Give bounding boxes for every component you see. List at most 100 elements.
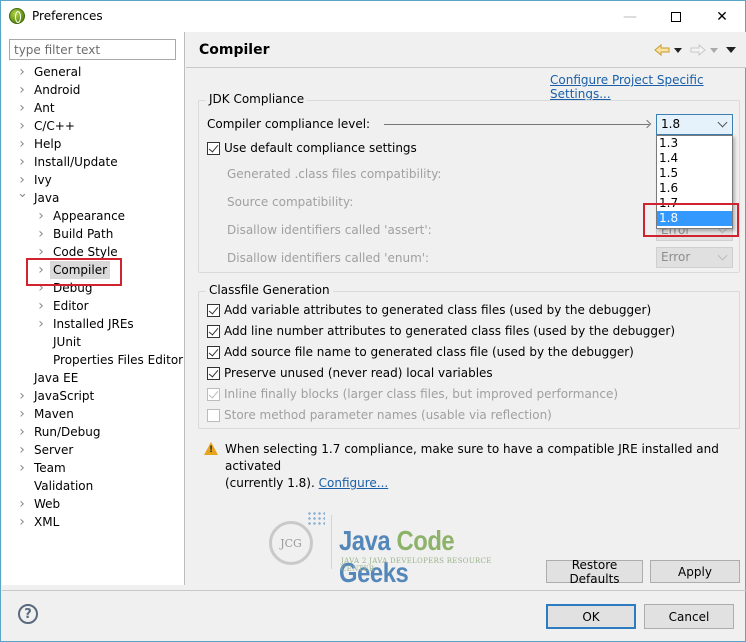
chevron-right-icon[interactable]: › — [36, 225, 46, 243]
compliance-level-select[interactable]: 1.8 — [656, 114, 733, 135]
classfile-option-checkbox[interactable] — [207, 388, 220, 401]
tree-item-label: Appearance — [53, 209, 126, 223]
tree-item-label: Compiler — [50, 261, 111, 279]
tree-item-xml[interactable]: › XML — [2, 513, 185, 531]
compliance-level-dropdown: 1.3 1.4 1.5 1.6 1.7 1.8 — [656, 135, 733, 229]
chevron-right-icon[interactable]: › — [17, 387, 27, 405]
view-menu-icon[interactable] — [726, 47, 736, 53]
classfile-generation-title: Classfile Generation — [206, 283, 333, 297]
classfile-option-checkbox[interactable] — [207, 304, 220, 317]
classfile-option-checkbox[interactable] — [207, 367, 220, 380]
tree-item-compiler[interactable]: › Compiler — [2, 261, 185, 279]
tree-item-validation[interactable]: Validation — [2, 477, 185, 495]
tree-item-server[interactable]: › Server — [2, 441, 185, 459]
chevron-right-icon[interactable]: › — [36, 261, 46, 279]
compliance-option[interactable]: 1.5 — [657, 166, 732, 181]
chevron-right-icon[interactable]: › — [36, 207, 46, 225]
back-arrow-icon[interactable] — [654, 44, 670, 56]
chevron-right-icon[interactable]: › — [36, 315, 46, 333]
logo-dots — [307, 511, 325, 527]
tree-item-junit[interactable]: JUnit — [2, 333, 185, 351]
chevron-right-icon[interactable]: › — [36, 243, 46, 261]
back-menu-icon[interactable] — [674, 47, 682, 53]
apply-button[interactable]: Apply — [650, 560, 740, 583]
tree-item-ivy[interactable]: › Ivy — [2, 171, 185, 189]
tree-item-label: Run/Debug — [34, 425, 101, 439]
tree-item-label: XML — [34, 515, 60, 529]
chevron-right-icon[interactable]: › — [17, 99, 27, 117]
tree-item-maven[interactable]: › Maven — [2, 405, 185, 423]
chevron-right-icon[interactable]: › — [17, 63, 27, 81]
tree-item-java[interactable]: ⌄ Java — [2, 186, 185, 207]
close-button[interactable]: ✕ — [699, 1, 745, 32]
tree-item-run-debug[interactable]: › Run/Debug — [2, 423, 185, 441]
tree-item-general[interactable]: › General — [2, 63, 185, 81]
tree-item-installed-jres[interactable]: › Installed JREs — [2, 315, 185, 333]
configure-project-settings-link[interactable]: Configure Project Specific Settings... — [550, 73, 745, 101]
chevron-down-icon — [717, 117, 728, 128]
compliance-option[interactable]: 1.7 — [657, 196, 732, 211]
footer-separator — [2, 590, 746, 591]
chevron-right-icon[interactable]: › — [17, 405, 27, 423]
chevron-right-icon[interactable]: › — [17, 513, 27, 531]
chevron-down-icon[interactable]: ⌄ — [17, 185, 28, 203]
classfile-option-checkbox[interactable] — [207, 346, 220, 359]
classfile-option-checkbox[interactable] — [207, 409, 220, 422]
chevron-right-icon[interactable]: › — [17, 153, 27, 171]
minimize-button[interactable]: — — [607, 1, 653, 32]
help-icon[interactable]: ? — [18, 604, 38, 624]
compliance-option[interactable]: 1.8 — [657, 211, 732, 226]
warning-text-line2: (currently 1.8). — [225, 476, 315, 490]
tree-item-debug[interactable]: › Debug — [2, 279, 185, 297]
tree-item-javascript[interactable]: › JavaScript — [2, 387, 185, 405]
chevron-right-icon[interactable]: › — [17, 459, 27, 477]
tree-item-code-style[interactable]: › Code Style — [2, 243, 185, 261]
ok-button[interactable]: OK — [546, 604, 636, 629]
chevron-right-icon[interactable]: › — [17, 135, 27, 153]
classfile-option-checkbox[interactable] — [207, 325, 220, 338]
page-header: Compiler — [186, 32, 746, 68]
preference-tree: › General › Android › Ant › C/C++ › Help › Install/… — [2, 63, 185, 531]
forward-arrow-icon[interactable] — [690, 44, 706, 56]
tree-item-help[interactable]: › Help — [2, 135, 185, 153]
tree-item-editor[interactable]: › Editor — [2, 297, 185, 315]
warning-icon: ! — [204, 442, 218, 455]
chevron-right-icon[interactable]: › — [17, 423, 27, 441]
window-title: Preferences — [32, 9, 103, 23]
compliance-option[interactable]: 1.6 — [657, 181, 732, 196]
tree-item-web[interactable]: › Web — [2, 495, 185, 513]
tree-item-build-path[interactable]: › Build Path — [2, 225, 185, 243]
tree-item-install-update[interactable]: › Install/Update — [2, 153, 185, 171]
tree-item-team[interactable]: › Team — [2, 459, 185, 477]
chevron-right-icon[interactable]: › — [17, 495, 27, 513]
chevron-right-icon[interactable]: › — [36, 279, 46, 297]
tree-item-properties-files-editor[interactable]: Properties Files Editor — [2, 351, 185, 369]
configure-jre-link[interactable]: Configure... — [319, 476, 389, 490]
chevron-right-icon[interactable]: › — [17, 81, 27, 99]
logo-separator — [331, 515, 332, 569]
forward-menu-icon[interactable] — [710, 47, 718, 53]
chevron-right-icon[interactable]: › — [36, 297, 46, 315]
use-default-compliance-checkbox[interactable] — [207, 142, 220, 155]
maximize-icon — [671, 11, 681, 22]
disallow-enum-label: Disallow identifiers called 'enum': — [227, 251, 430, 265]
chevron-right-icon[interactable]: › — [17, 441, 27, 459]
page-title: Compiler — [199, 42, 270, 58]
maximize-button[interactable] — [653, 1, 699, 32]
restore-defaults-button[interactable]: Restore Defaults — [546, 558, 643, 586]
classfile-option-label: Add variable attributes to generated cla… — [224, 303, 652, 317]
filter-input[interactable] — [9, 39, 176, 60]
tree-item-label: Ivy — [34, 173, 52, 187]
preferences-window: Preferences — ✕ › General › Android › Ant › C/C… — [0, 0, 746, 642]
disallow-enum-select[interactable]: Error — [656, 247, 733, 268]
tree-item-java-ee[interactable]: Java EE — [2, 369, 185, 387]
tree-item-android[interactable]: › Android — [2, 81, 185, 99]
tree-item-c-c-[interactable]: › C/C++ — [2, 117, 185, 135]
compliance-option[interactable]: 1.4 — [657, 151, 732, 166]
cancel-button[interactable]: Cancel — [644, 604, 734, 629]
chevron-right-icon[interactable]: › — [17, 117, 27, 135]
tree-item-ant[interactable]: › Ant — [2, 99, 185, 117]
generated-class-compat-label: Generated .class files compatibility: — [227, 167, 442, 181]
compliance-option[interactable]: 1.3 — [657, 136, 732, 151]
tree-item-appearance[interactable]: › Appearance — [2, 207, 185, 225]
